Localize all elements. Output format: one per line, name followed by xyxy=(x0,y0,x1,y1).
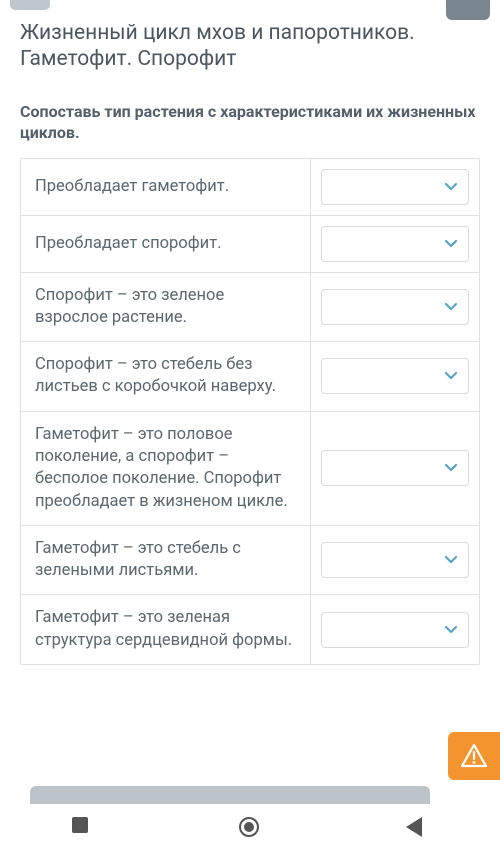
instruction-text: Сопоставь тип растения с характеристикам… xyxy=(20,101,480,144)
chevron-down-icon xyxy=(444,623,458,637)
triangle-back-icon xyxy=(406,817,422,837)
select-dropdown[interactable] xyxy=(321,450,469,486)
content-area: Жизненный цикл мхов и папоротников. Гаме… xyxy=(0,0,500,665)
chevron-down-icon xyxy=(444,300,458,314)
page-title: Жизненный цикл мхов и папоротников. Гаме… xyxy=(20,20,480,73)
table-row: Гаметофит – это стебель с зелеными листь… xyxy=(21,526,479,596)
bottom-panel-strip xyxy=(30,786,430,804)
warning-triangle-icon xyxy=(460,742,488,770)
select-dropdown[interactable] xyxy=(321,542,469,578)
row-label: Гаметофит – это стебель с зелеными листь… xyxy=(21,526,311,595)
chevron-down-icon xyxy=(444,237,458,251)
table-row: Спорофит – это зеленое взрослое растение… xyxy=(21,273,479,343)
table-row: Преобладает гаметофит. xyxy=(21,159,479,216)
table-row: Гаметофит – это зеленая структура сердце… xyxy=(21,595,479,664)
nav-back-button[interactable] xyxy=(406,817,428,839)
row-select-cell xyxy=(311,412,479,525)
table-row: Гаметофит – это половое поколение, а спо… xyxy=(21,412,479,526)
table-row: Преобладает спорофит. xyxy=(21,216,479,273)
row-select-cell xyxy=(311,342,479,411)
warning-button[interactable] xyxy=(448,732,500,780)
top-action-button[interactable] xyxy=(446,0,490,20)
row-label: Гаметофит – это зеленая структура сердце… xyxy=(21,595,311,664)
row-select-cell xyxy=(311,595,479,664)
row-label: Спорофит – это зеленое взрослое растение… xyxy=(21,273,311,342)
chevron-down-icon xyxy=(444,180,458,194)
row-label: Спорофит – это стебель без листьев с кор… xyxy=(21,342,311,411)
square-icon xyxy=(72,817,88,833)
select-dropdown[interactable] xyxy=(321,226,469,262)
nav-recent-button[interactable] xyxy=(72,817,94,839)
chevron-down-icon xyxy=(444,461,458,475)
table-row: Спорофит – это стебель без листьев с кор… xyxy=(21,342,479,412)
chevron-down-icon xyxy=(444,369,458,383)
circle-icon xyxy=(239,817,259,837)
select-dropdown[interactable] xyxy=(321,289,469,325)
row-label: Преобладает спорофит. xyxy=(21,216,311,272)
match-table: Преобладает гаметофит. Преобладает споро… xyxy=(20,158,480,665)
select-dropdown[interactable] xyxy=(321,612,469,648)
chevron-down-icon xyxy=(444,553,458,567)
row-select-cell xyxy=(311,159,479,215)
select-dropdown[interactable] xyxy=(321,358,469,394)
android-nav-bar xyxy=(0,804,500,852)
row-select-cell xyxy=(311,526,479,595)
row-select-cell xyxy=(311,273,479,342)
select-dropdown[interactable] xyxy=(321,169,469,205)
nav-home-button[interactable] xyxy=(239,817,261,839)
row-select-cell xyxy=(311,216,479,272)
row-label: Гаметофит – это половое поколение, а спо… xyxy=(21,412,311,525)
top-handle xyxy=(10,0,50,10)
row-label: Преобладает гаметофит. xyxy=(21,159,311,215)
